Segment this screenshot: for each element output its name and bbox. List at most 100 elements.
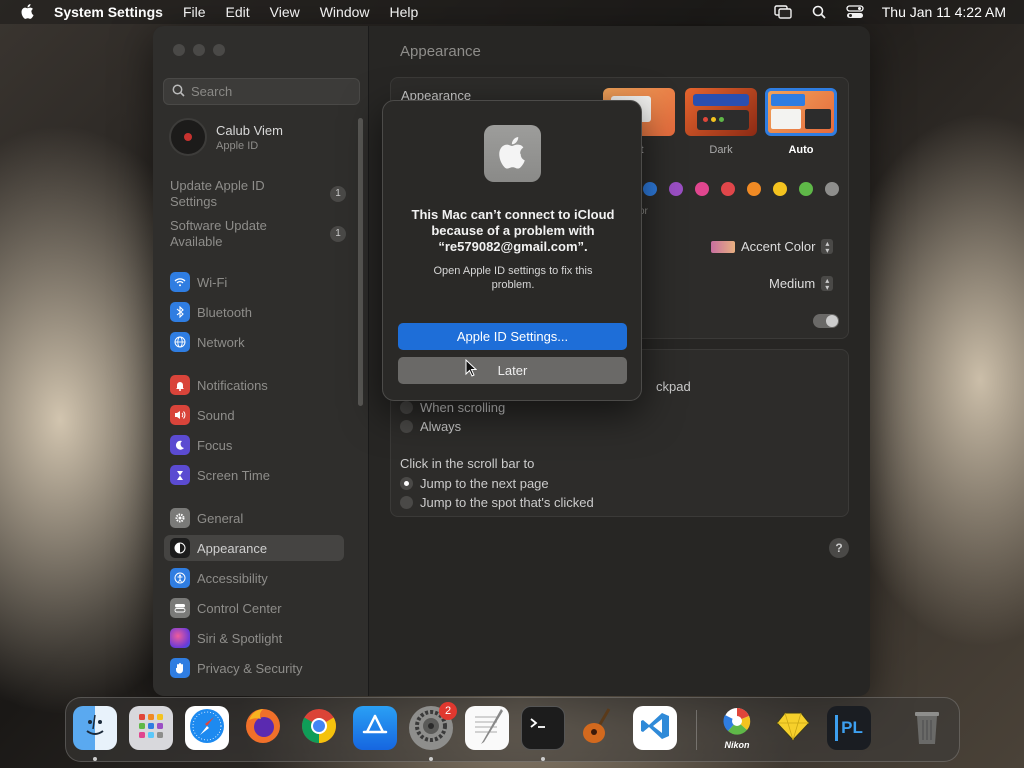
sidebar-item-wifi[interactable]: Wi-Fi — [164, 269, 344, 295]
globe-icon — [170, 332, 190, 352]
accent-swatch-red[interactable] — [721, 182, 735, 196]
click-option-next-page[interactable]: Jump to the next page — [400, 476, 549, 491]
sidebar-item-siri-spotlight[interactable]: Siri & Spotlight — [164, 625, 344, 651]
highlight-color-popup[interactable]: Accent Color ▴ ▾ — [711, 239, 834, 254]
scroll-option-when-scrolling[interactable]: When scrolling — [400, 400, 505, 415]
search-field[interactable] — [163, 78, 360, 105]
dock-photolab[interactable]: PL — [827, 706, 871, 750]
terminal-icon — [528, 715, 558, 742]
later-button[interactable]: Later — [398, 357, 627, 384]
notice-label: Update Apple ID Settings — [170, 178, 265, 209]
radio-label: Jump to the next page — [420, 476, 549, 491]
dock-finder[interactable] — [73, 706, 117, 750]
menu-clock[interactable]: Thu Jan 11 4:22 AM — [882, 4, 1006, 20]
menu-view[interactable]: View — [270, 4, 300, 20]
safari-icon — [188, 707, 226, 750]
radio-button[interactable] — [400, 420, 413, 433]
apple-id-profile[interactable]: Calub Viem Apple ID — [169, 118, 283, 156]
sidebar-item-focus[interactable]: Focus — [164, 432, 344, 458]
accent-swatch-purple[interactable] — [669, 182, 683, 196]
finder-icon — [80, 711, 110, 746]
sidebar-item-screen-time[interactable]: Screen Time — [164, 462, 344, 488]
menu-help[interactable]: Help — [390, 4, 419, 20]
sidebar-item-label: Appearance — [197, 540, 268, 556]
click-scroll-bar-label: Click in the scroll bar to — [400, 456, 535, 471]
notice-software-update[interactable]: Software Update Available 1 — [170, 218, 350, 250]
dock: 2 Nikon PL — [65, 697, 960, 762]
close-button[interactable] — [173, 44, 185, 56]
sidebar-item-privacy-security[interactable]: Privacy & Security — [164, 655, 344, 681]
garageband-icon — [579, 706, 619, 751]
dock-launchpad[interactable] — [129, 706, 173, 750]
dock-separator — [696, 710, 697, 750]
bell-icon — [170, 375, 190, 395]
notice-badge: 1 — [330, 226, 346, 242]
sidebar-item-network[interactable]: Network — [164, 329, 344, 355]
click-option-spot-clicked[interactable]: Jump to the spot that's clicked — [400, 495, 594, 510]
screen-mirroring-icon[interactable] — [774, 4, 792, 20]
dock-system-settings[interactable]: 2 — [409, 702, 457, 750]
menu-window[interactable]: Window — [320, 4, 370, 20]
dock-safari[interactable] — [185, 706, 229, 750]
wallpaper-tinting-toggle[interactable] — [813, 314, 839, 328]
launchpad-icon — [137, 712, 165, 745]
profile-subtitle: Apple ID — [216, 139, 259, 152]
minimize-button[interactable] — [193, 44, 205, 56]
dock-nikon[interactable]: Nikon — [715, 706, 759, 750]
appearance-dark-thumb[interactable] — [685, 88, 757, 136]
dock-trash[interactable] — [905, 706, 949, 750]
menu-edit[interactable]: Edit — [226, 4, 250, 20]
sidebar-scrollbar[interactable] — [358, 118, 363, 406]
radio-label: When scrolling — [420, 400, 506, 415]
sidebar-item-accessibility[interactable]: Accessibility — [164, 565, 344, 591]
sidebar-item-label: General — [197, 510, 244, 526]
apple-logo-icon — [484, 125, 541, 182]
dock-chrome[interactable] — [297, 706, 341, 750]
radio-button[interactable] — [400, 477, 413, 490]
dock-vscode[interactable] — [633, 706, 677, 750]
accent-swatch-orange[interactable] — [747, 182, 761, 196]
dock-garageband[interactable] — [577, 706, 621, 750]
notice-update-apple-id[interactable]: Update Apple ID Settings 1 — [170, 178, 350, 210]
sidebar-item-appearance[interactable]: Appearance — [164, 535, 344, 561]
dock-app-store[interactable] — [353, 706, 397, 750]
sidebar-icon-size-popup[interactable]: Medium ▴ ▾ — [769, 276, 834, 291]
menu-app-name[interactable]: System Settings — [54, 4, 163, 20]
photolab-label: PL — [841, 718, 863, 737]
notice-badge: 1 — [330, 186, 346, 202]
apple-menu-icon[interactable] — [18, 2, 38, 22]
scroll-option-always[interactable]: Always — [400, 419, 461, 434]
sidebar-item-label: Wi-Fi — [197, 274, 228, 290]
dock-textedit[interactable] — [465, 706, 509, 750]
sidebar-item-notifications[interactable]: Notifications — [164, 372, 344, 398]
apple-id-settings-button[interactable]: Apple ID Settings... — [398, 323, 627, 350]
sidebar-item-label: Bluetooth — [197, 304, 252, 320]
sidebar-item-bluetooth[interactable]: Bluetooth — [164, 299, 344, 325]
zoom-button[interactable] — [213, 44, 225, 56]
accent-swatch-pink[interactable] — [695, 182, 709, 196]
search-input[interactable] — [191, 84, 351, 99]
help-button[interactable]: ? — [829, 538, 849, 558]
accent-swatch-blue[interactable] — [643, 182, 657, 196]
sidebar-item-label: Focus — [197, 437, 233, 453]
sketch-icon — [775, 710, 811, 747]
accent-swatch-graphite[interactable] — [825, 182, 839, 196]
accent-swatch-yellow[interactable] — [773, 182, 787, 196]
window-controls — [173, 44, 225, 56]
dock-firefox[interactable] — [241, 706, 285, 750]
radio-button[interactable] — [400, 401, 413, 414]
radio-button[interactable] — [400, 496, 413, 509]
firefox-icon — [243, 706, 283, 751]
spotlight-search-icon[interactable] — [810, 4, 828, 20]
sidebar-item-label: Sound — [197, 407, 235, 423]
appearance-auto-thumb[interactable] — [765, 88, 837, 136]
menu-file[interactable]: File — [183, 4, 206, 20]
accent-swatch-green[interactable] — [799, 182, 813, 196]
control-center-icon[interactable] — [846, 4, 864, 20]
radio-label: Always — [420, 419, 462, 434]
sidebar-item-control-center[interactable]: Control Center — [164, 595, 344, 621]
sidebar-item-general[interactable]: General — [164, 505, 344, 531]
sidebar-item-sound[interactable]: Sound — [164, 402, 344, 428]
dock-terminal[interactable] — [521, 706, 565, 750]
dock-sketch[interactable] — [771, 706, 815, 750]
